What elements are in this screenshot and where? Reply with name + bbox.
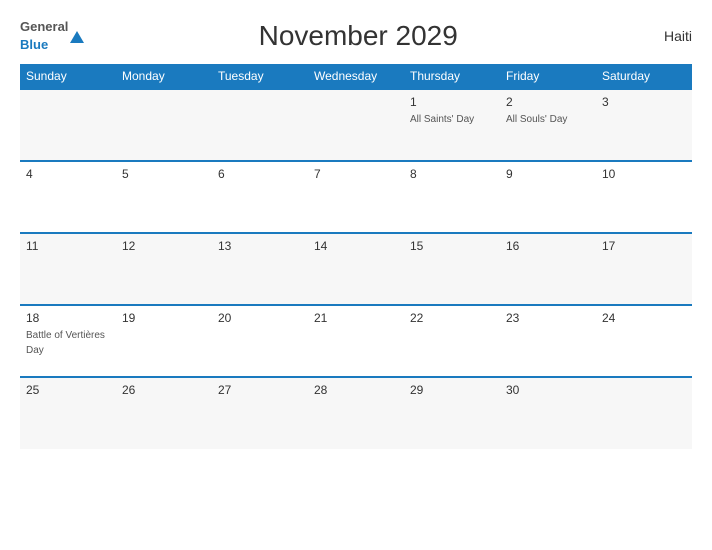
- day-number: 23: [506, 311, 590, 325]
- weekday-header-row: Sunday Monday Tuesday Wednesday Thursday…: [20, 64, 692, 89]
- col-thursday: Thursday: [404, 64, 500, 89]
- day-number: 26: [122, 383, 206, 397]
- col-monday: Monday: [116, 64, 212, 89]
- col-wednesday: Wednesday: [308, 64, 404, 89]
- day-number: 29: [410, 383, 494, 397]
- day-number: 18: [26, 311, 110, 325]
- day-event: All Saints' Day: [410, 114, 474, 125]
- day-number: 28: [314, 383, 398, 397]
- logo-blue: Blue: [20, 37, 48, 52]
- calendar-cell: 4: [20, 161, 116, 233]
- calendar-cell: [20, 89, 116, 161]
- calendar-cell: 3: [596, 89, 692, 161]
- calendar-body: 1 All Saints' Day 2 All Souls' Day 3 456789 10…: [20, 89, 692, 449]
- header: General Blue November 2029 Haiti: [20, 18, 692, 54]
- calendar-table: Sunday Monday Tuesday Wednesday Thursday…: [20, 64, 692, 449]
- col-friday: Friday: [500, 64, 596, 89]
- logo: General Blue: [20, 18, 84, 54]
- calendar-cell: 15: [404, 233, 500, 305]
- logo-general: General: [20, 19, 68, 34]
- day-number: 15: [410, 239, 494, 253]
- calendar-cell: 5: [116, 161, 212, 233]
- calendar-cell: 24: [596, 305, 692, 377]
- calendar-cell: 20: [212, 305, 308, 377]
- calendar-cell: 9: [500, 161, 596, 233]
- day-number: 21: [314, 311, 398, 325]
- calendar-cell: 7: [308, 161, 404, 233]
- day-number: 9: [506, 167, 590, 181]
- calendar-cell: 17: [596, 233, 692, 305]
- calendar-cell: [596, 377, 692, 449]
- calendar-cell: 12: [116, 233, 212, 305]
- calendar-week-row: 18 Battle of Vertières Day 19 20 21 22 23 24: [20, 305, 692, 377]
- day-number: 13: [218, 239, 302, 253]
- calendar-cell: 23: [500, 305, 596, 377]
- calendar-cell: 22: [404, 305, 500, 377]
- calendar-cell: [308, 89, 404, 161]
- day-number: 30: [506, 383, 590, 397]
- calendar-cell: [116, 89, 212, 161]
- calendar-cell: 18 Battle of Vertières Day: [20, 305, 116, 377]
- calendar-cell: 13: [212, 233, 308, 305]
- calendar-cell: 14: [308, 233, 404, 305]
- day-number: 25: [26, 383, 110, 397]
- day-number: 11: [26, 239, 110, 253]
- day-event: Battle of Vertières Day: [26, 330, 105, 356]
- logo-triangle-icon: [70, 31, 84, 43]
- calendar-cell: 28: [308, 377, 404, 449]
- calendar-week-row: 11 12 13 14 15 16 17: [20, 233, 692, 305]
- calendar-cell: 29: [404, 377, 500, 449]
- day-number: 5: [122, 167, 206, 181]
- day-number: 2: [506, 95, 590, 109]
- country-label: Haiti: [632, 28, 692, 44]
- day-number: 20: [218, 311, 302, 325]
- calendar-cell: 27: [212, 377, 308, 449]
- col-saturday: Saturday: [596, 64, 692, 89]
- calendar-title: November 2029: [84, 20, 632, 52]
- day-number: 16: [506, 239, 590, 253]
- day-number: 19: [122, 311, 206, 325]
- calendar-cell: 16: [500, 233, 596, 305]
- day-number: 7: [314, 167, 398, 181]
- calendar-week-row: 25 26 27 28 29 30: [20, 377, 692, 449]
- day-number: 1: [410, 95, 494, 109]
- calendar-cell: 30: [500, 377, 596, 449]
- day-number: 17: [602, 239, 686, 253]
- calendar-page: General Blue November 2029 Haiti Sunday …: [0, 0, 712, 550]
- calendar-cell: 11: [20, 233, 116, 305]
- day-number: 4: [26, 167, 110, 181]
- calendar-header: Sunday Monday Tuesday Wednesday Thursday…: [20, 64, 692, 89]
- calendar-week-row: 1 All Saints' Day 2 All Souls' Day 3: [20, 89, 692, 161]
- calendar-cell: 1 All Saints' Day: [404, 89, 500, 161]
- calendar-cell: 25: [20, 377, 116, 449]
- day-number: 6: [218, 167, 302, 181]
- calendar-cell: 19: [116, 305, 212, 377]
- col-tuesday: Tuesday: [212, 64, 308, 89]
- day-number: 24: [602, 311, 686, 325]
- day-number: 22: [410, 311, 494, 325]
- day-number: 12: [122, 239, 206, 253]
- calendar-cell: 26: [116, 377, 212, 449]
- calendar-cell: 6: [212, 161, 308, 233]
- day-number: 10: [602, 167, 686, 181]
- calendar-cell: 10: [596, 161, 692, 233]
- day-number: 3: [602, 95, 686, 109]
- calendar-cell: 21: [308, 305, 404, 377]
- day-number: 27: [218, 383, 302, 397]
- day-number: 14: [314, 239, 398, 253]
- col-sunday: Sunday: [20, 64, 116, 89]
- calendar-week-row: 456789 10: [20, 161, 692, 233]
- calendar-cell: [212, 89, 308, 161]
- calendar-cell: 2 All Souls' Day: [500, 89, 596, 161]
- calendar-cell: 8: [404, 161, 500, 233]
- day-number: 8: [410, 167, 494, 181]
- day-event: All Souls' Day: [506, 114, 567, 125]
